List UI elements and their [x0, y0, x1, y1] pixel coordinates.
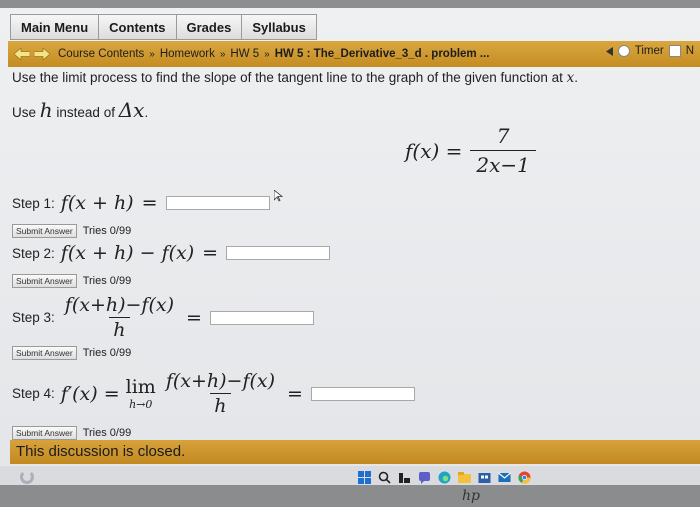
- top-menu: Main Menu Contents Grades Syllabus: [10, 14, 317, 40]
- collapse-triangle-icon[interactable]: [605, 46, 613, 56]
- step-3-submit-row: Submit Answer Tries 0/99: [12, 346, 131, 360]
- task-view-icon[interactable]: [397, 469, 411, 485]
- step-1-submit-row: Submit Answer Tries 0/99: [12, 224, 131, 238]
- search-icon[interactable]: [377, 469, 391, 485]
- step-4-submit-row: Submit Answer Tries 0/99: [12, 426, 131, 440]
- step-4-answer-input[interactable]: [310, 386, 415, 401]
- timer-label: Timer: [634, 45, 664, 57]
- menu-grades[interactable]: Grades: [175, 14, 242, 40]
- back-arrow-icon[interactable]: [12, 45, 32, 63]
- breadcrumb-bar: Course Contents » Homework » HW 5 » HW 5…: [8, 41, 700, 67]
- breadcrumb-current: HW 5 : The_Derivative_3_d . problem ...: [274, 48, 490, 60]
- store-icon[interactable]: [477, 469, 491, 485]
- function-fraction: 7 2x−1: [470, 124, 536, 177]
- step-3: Step 3: f(x+h)−f(x) h =: [12, 294, 314, 341]
- step-2-submit-button[interactable]: Submit Answer: [12, 274, 77, 288]
- step-4-submit-button[interactable]: Submit Answer: [12, 426, 77, 440]
- breadcrumb-homework[interactable]: Homework: [160, 48, 215, 60]
- step-1-answer-input[interactable]: [165, 196, 270, 210]
- step-2-submit-row: Submit Answer Tries 0/99: [12, 274, 131, 288]
- menu-contents[interactable]: Contents: [98, 14, 176, 40]
- step-3-tries: Tries 0/99: [82, 347, 132, 359]
- windows-start-icon[interactable]: [357, 469, 371, 485]
- step-1-submit-button[interactable]: Submit Answer: [12, 224, 77, 238]
- step-1: Step 1: f(x + h) =: [12, 190, 283, 214]
- step-4-fraction: f(x+h)−f(x) h: [165, 370, 276, 417]
- brand-logo: hp: [462, 488, 480, 504]
- edge-browser-icon[interactable]: [437, 469, 451, 485]
- right-edge-label: N: [685, 45, 694, 57]
- mouse-cursor-icon: [273, 190, 283, 202]
- breadcrumb-hw5[interactable]: HW 5: [230, 48, 259, 60]
- discussion-closed-banner: This discussion is closed.: [10, 440, 700, 464]
- timer-radio-icon[interactable]: [617, 45, 630, 57]
- browser-screen: Main Menu Contents Grades Syllabus Cours…: [0, 8, 700, 490]
- limit-operator: lim h→0: [125, 376, 156, 411]
- step-2: Step 2: f(x + h) − f(x) =: [12, 242, 331, 264]
- step-4-tries: Tries 0/99: [82, 427, 132, 439]
- breadcrumb-separator-icon: »: [149, 48, 155, 60]
- loading-spinner-icon: [20, 470, 34, 484]
- taskbar-icons: [357, 469, 531, 485]
- menu-syllabus[interactable]: Syllabus: [241, 14, 317, 40]
- step-2-answer-input[interactable]: [226, 246, 331, 260]
- laptop-bezel-bottom: [0, 485, 700, 507]
- forward-arrow-icon[interactable]: [32, 45, 52, 63]
- step-3-answer-input[interactable]: [209, 310, 314, 325]
- step-2-tries: Tries 0/99: [82, 275, 132, 287]
- timer-area: Timer N: [605, 45, 694, 57]
- mail-icon[interactable]: [497, 469, 511, 485]
- file-explorer-icon[interactable]: [457, 469, 471, 485]
- step-3-submit-button[interactable]: Submit Answer: [12, 346, 77, 360]
- step-3-fraction: f(x+h)−f(x) h: [64, 294, 175, 341]
- step-4: Step 4: f′(x) = lim h→0 f(x+h)−f(x) h =: [12, 370, 415, 417]
- menu-main[interactable]: Main Menu: [10, 14, 99, 40]
- step-1-tries: Tries 0/99: [82, 225, 132, 237]
- given-function: f(x) = 7 2x−1: [405, 124, 536, 177]
- breadcrumb-separator-icon: »: [219, 48, 226, 60]
- chrome-browser-icon[interactable]: [517, 469, 531, 485]
- chat-icon[interactable]: [417, 469, 431, 485]
- use-h-note: Use h instead of Δx.: [12, 98, 149, 122]
- checkbox-icon[interactable]: [668, 45, 681, 57]
- breadcrumb-course-contents[interactable]: Course Contents: [58, 48, 144, 60]
- breadcrumb-separator-icon: »: [264, 48, 270, 60]
- instruction-text: Use the limit process to find the slope …: [12, 70, 578, 86]
